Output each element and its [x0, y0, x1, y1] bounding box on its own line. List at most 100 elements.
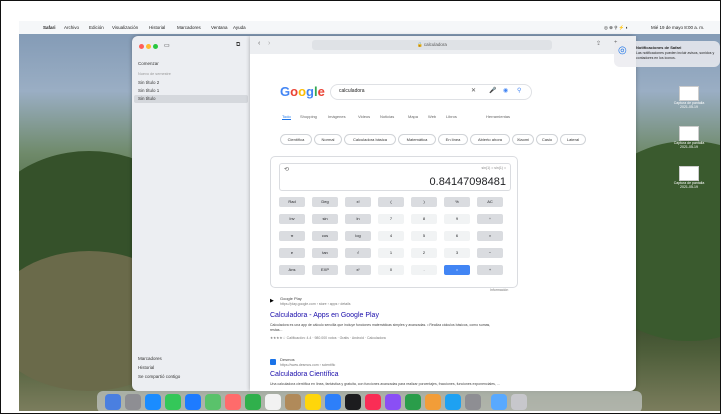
sidebar-item-history[interactable]: Historial	[138, 365, 154, 370]
safari-app-icon[interactable]	[145, 394, 161, 410]
menu-item[interactable]: Marcadores	[177, 25, 201, 30]
filter-pill[interactable]: En línea	[438, 134, 468, 145]
filter-pill[interactable]: Científica	[280, 134, 312, 145]
reminders-app-icon[interactable]	[325, 394, 341, 410]
filter-pill[interactable]: Abierto ahora	[470, 134, 510, 145]
maps-app-icon[interactable]	[205, 394, 221, 410]
filter-pill[interactable]: Lateral	[560, 134, 586, 145]
tab-images[interactable]: Imágenes	[328, 114, 346, 119]
calc-key[interactable]: Ans	[279, 265, 305, 275]
launchpad-app-icon[interactable]	[125, 394, 141, 410]
menu-item[interactable]: Edición	[89, 25, 104, 30]
sidebar-item-bookmarks[interactable]: Marcadores	[138, 356, 162, 361]
calendar-app-icon[interactable]	[265, 394, 281, 410]
menu-app-name[interactable]: Safari	[43, 25, 56, 30]
tv-app-icon[interactable]	[345, 394, 361, 410]
calc-key[interactable]: −	[477, 248, 503, 258]
photos-app-icon[interactable]	[225, 394, 241, 410]
result-title[interactable]: Calculadora - Apps en Google Play	[270, 312, 379, 319]
search-icon[interactable]: ⚲	[517, 87, 521, 94]
tab-group-icon[interactable]: ⧉	[236, 42, 240, 49]
clear-icon[interactable]: ✕	[471, 87, 476, 94]
system-preferences-icon[interactable]	[465, 394, 481, 410]
trash-icon[interactable]	[511, 394, 527, 410]
calc-key[interactable]: 7	[378, 214, 404, 224]
sidebar-item-shared[interactable]: Se compartió contigo	[138, 374, 180, 379]
calc-key[interactable]: x!	[345, 197, 371, 207]
minimize-button[interactable]	[146, 44, 151, 49]
app-store-icon[interactable]	[445, 394, 461, 410]
calc-key[interactable]: ×	[477, 231, 503, 241]
calc-key[interactable]: 3	[444, 248, 470, 258]
zoom-button[interactable]	[153, 44, 158, 49]
finder-app-icon[interactable]	[105, 394, 121, 410]
menu-item[interactable]: Ventana	[211, 25, 228, 30]
calc-key[interactable]: xʸ	[345, 265, 371, 275]
calc-key[interactable]: +	[477, 265, 503, 275]
tab-all[interactable]: Todo	[282, 114, 291, 120]
calc-key[interactable]: tan	[312, 248, 338, 258]
history-icon[interactable]: ⟲	[284, 166, 289, 173]
calc-key[interactable]: .	[411, 265, 437, 275]
sidebar-item-tab[interactable]: Sin título 2	[138, 80, 159, 85]
tab-web[interactable]: Web	[428, 114, 436, 119]
calc-key[interactable]: sin	[312, 214, 338, 224]
numbers-app-icon[interactable]	[405, 394, 421, 410]
mic-icon[interactable]: 🎤	[489, 87, 496, 94]
status-icons[interactable]: ◎ ⊕ ⚲ ⚡ ◐	[604, 25, 628, 31]
lens-icon[interactable]: ◉	[503, 87, 508, 94]
calc-key[interactable]: AC	[477, 197, 503, 207]
mail-app-icon[interactable]	[185, 394, 201, 410]
tab-news[interactable]: Noticias	[380, 114, 394, 119]
menu-clock[interactable]: Mié 19 de mayo 8:00 a. m.	[651, 25, 704, 30]
calc-key[interactable]: √	[345, 248, 371, 258]
menu-item[interactable]: Visualización	[112, 25, 138, 30]
calc-key[interactable]: )	[411, 197, 437, 207]
menu-item[interactable]: Historial	[149, 25, 165, 30]
calc-key[interactable]: EXP	[312, 265, 338, 275]
calc-key[interactable]: 0	[378, 265, 404, 275]
tab-videos[interactable]: Videos	[358, 114, 370, 119]
google-logo[interactable]: Google	[280, 84, 325, 99]
tab-maps[interactable]: Mapa	[408, 114, 418, 119]
calc-key[interactable]: 8	[411, 214, 437, 224]
tab-books[interactable]: Libros	[446, 114, 457, 119]
share-icon[interactable]: ⇪	[596, 40, 601, 47]
result-url[interactable]: https://www.desmos.com › scientific	[280, 363, 335, 367]
tab-shopping[interactable]: Shopping	[300, 114, 317, 119]
calc-key[interactable]: 5	[411, 231, 437, 241]
calc-key[interactable]: Rad	[279, 197, 305, 207]
result-url[interactable]: https://play.google.com › store › apps ›…	[280, 302, 351, 306]
calc-key[interactable]: 4	[378, 231, 404, 241]
downloads-folder-icon[interactable]	[491, 394, 507, 410]
calc-key[interactable]: Inv	[279, 214, 305, 224]
back-icon[interactable]: ‹	[258, 40, 260, 47]
calc-key[interactable]: 9	[444, 214, 470, 224]
filter-pill[interactable]: Casio	[536, 134, 558, 145]
result-title[interactable]: Calculadora Científica	[270, 371, 338, 378]
sidebar-item-start[interactable]: Comenzar	[138, 61, 159, 66]
calc-key[interactable]: e	[279, 248, 305, 258]
calc-key[interactable]: log	[345, 231, 371, 241]
search-box[interactable]: calculadora ✕ 🎤 ◉ ⚲	[330, 84, 532, 100]
file-icon[interactable]	[679, 126, 699, 141]
calc-key[interactable]: cos	[312, 231, 338, 241]
url-bar[interactable]: 🔒 calculadora	[312, 40, 552, 50]
pages-app-icon[interactable]	[425, 394, 441, 410]
calc-key[interactable]: 1	[378, 248, 404, 258]
filter-pill[interactable]: Calculadora básica	[344, 134, 396, 145]
calc-key[interactable]: ÷	[477, 214, 503, 224]
calc-key[interactable]: %	[444, 197, 470, 207]
podcasts-app-icon[interactable]	[385, 394, 401, 410]
calc-key[interactable]: 6	[444, 231, 470, 241]
filter-pill[interactable]: Normal	[314, 134, 342, 145]
notes-app-icon[interactable]	[305, 394, 321, 410]
calc-key[interactable]: π	[279, 231, 305, 241]
music-app-icon[interactable]	[365, 394, 381, 410]
tab-tools[interactable]: Herramientas	[486, 114, 510, 119]
sidebar-toggle-icon[interactable]: ▭	[164, 42, 170, 49]
calc-key[interactable]: 2	[411, 248, 437, 258]
calc-key[interactable]: (	[378, 197, 404, 207]
menu-item[interactable]: Ayuda	[233, 25, 246, 30]
menu-item[interactable]: Archivo	[64, 25, 79, 30]
